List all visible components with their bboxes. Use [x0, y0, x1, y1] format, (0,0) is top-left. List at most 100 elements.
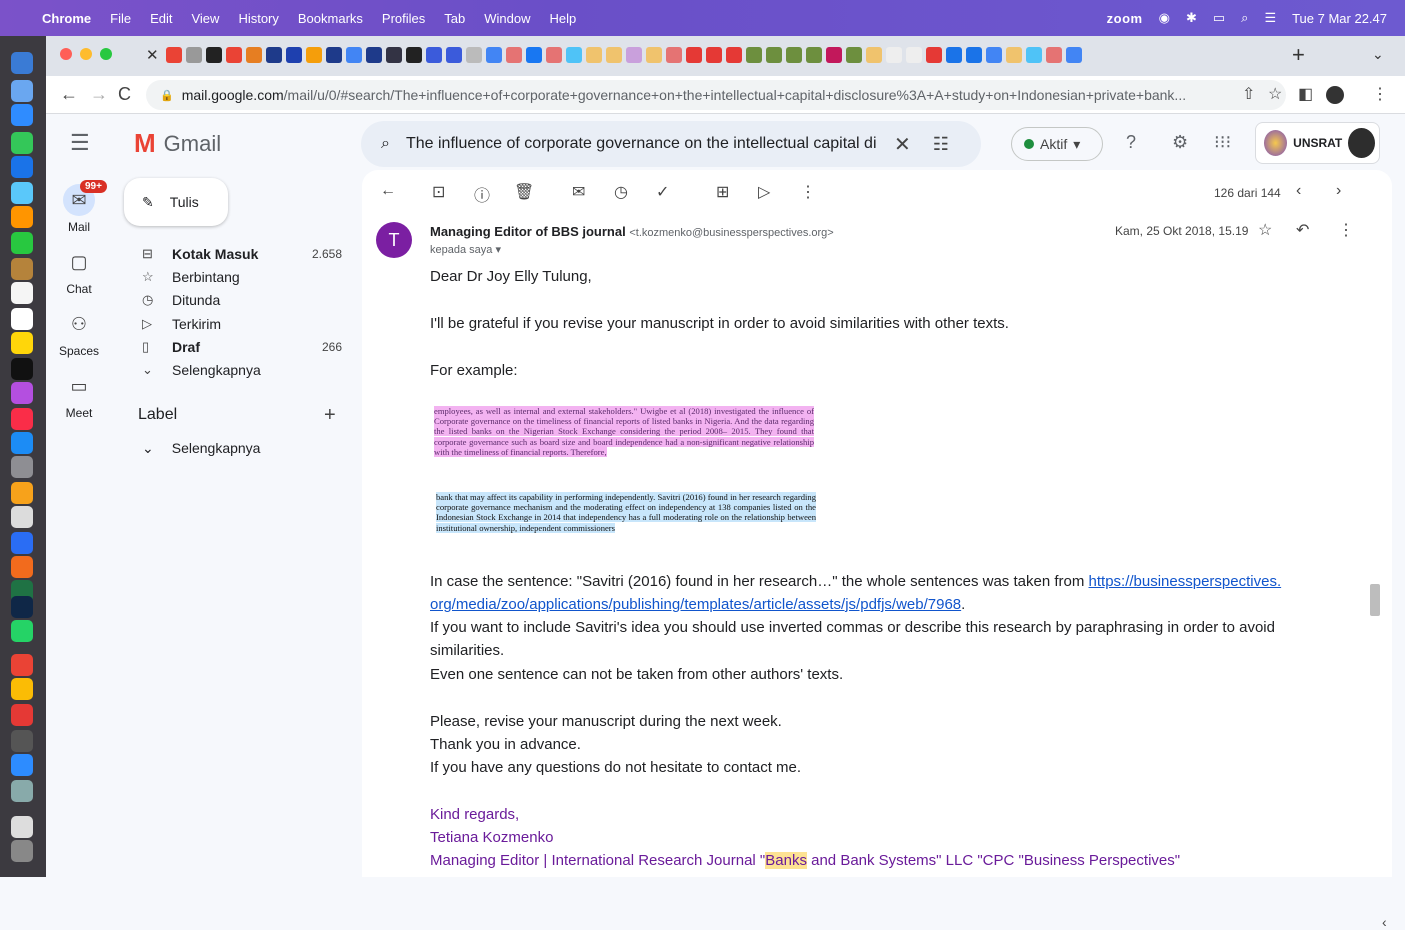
tab-favicon[interactable]: [246, 47, 262, 63]
rail-chat[interactable]: ▢ Chat: [46, 246, 112, 296]
search-options-icon[interactable]: ☷: [933, 134, 949, 155]
app-icon[interactable]: [11, 678, 33, 700]
reply-icon[interactable]: ↶: [1296, 220, 1309, 240]
side-panel-toggle-icon[interactable]: ‹: [1382, 914, 1387, 930]
control-center-icon[interactable]: ☰: [1264, 10, 1276, 26]
tab-favicon[interactable]: [986, 47, 1002, 63]
rail-spaces[interactable]: ⚇ Spaces: [46, 308, 112, 358]
snooze-icon[interactable]: ◷: [614, 182, 628, 202]
back-to-list-icon[interactable]: ←: [380, 182, 396, 200]
tab-favicon[interactable]: [406, 47, 422, 63]
tab-favicon[interactable]: [206, 47, 222, 63]
tab-favicon[interactable]: [846, 47, 862, 63]
forward-icon[interactable]: →: [90, 84, 108, 105]
sender-name[interactable]: Managing Editor of BBS journal: [430, 224, 626, 239]
tab-favicon[interactable]: [166, 47, 182, 63]
tab-favicon[interactable]: [346, 47, 362, 63]
messages-icon[interactable]: [11, 132, 33, 154]
menu-chrome[interactable]: Chrome: [42, 11, 91, 26]
profile-avatar[interactable]: [1326, 86, 1344, 104]
tab-favicon[interactable]: [646, 47, 662, 63]
chrome-menu-icon[interactable]: ⋮: [1372, 84, 1388, 104]
search-spotlight-icon[interactable]: ⌕: [1241, 10, 1248, 26]
message-more-icon[interactable]: ⋮: [1338, 220, 1354, 240]
tab-favicon[interactable]: [226, 47, 242, 63]
tab-favicon[interactable]: [666, 47, 682, 63]
menu-window[interactable]: Window: [484, 11, 530, 26]
rail-mail[interactable]: ✉ 99+ Mail: [46, 180, 112, 234]
window-close-button[interactable]: [60, 48, 72, 60]
window-zoom-button[interactable]: [100, 48, 112, 60]
menu-history[interactable]: History: [238, 11, 278, 26]
settings-gear-icon[interactable]: ⚙: [1172, 132, 1188, 153]
newer-chevron-left-icon[interactable]: ‹: [1296, 182, 1301, 200]
move-to-icon[interactable]: ⊞: [716, 182, 729, 202]
notes-icon[interactable]: [11, 332, 33, 354]
tab-favicon[interactable]: [386, 47, 402, 63]
tab-favicon[interactable]: [946, 47, 962, 63]
tab-favicon[interactable]: [546, 47, 562, 63]
star-icon[interactable]: ☆: [1258, 220, 1272, 240]
tab-favicon[interactable]: [266, 47, 282, 63]
folder-sent[interactable]: ▷ Terkirim: [124, 312, 354, 335]
tab-favicon[interactable]: [926, 47, 942, 63]
source-link[interactable]: https://businessperspectives.: [1089, 573, 1282, 590]
chrome-app-icon[interactable]: [11, 482, 33, 504]
source-link[interactable]: org/media/zoo/applications/publishing/te…: [430, 596, 961, 613]
preview-icon[interactable]: [11, 780, 33, 802]
more-actions-icon[interactable]: ⋮: [800, 182, 816, 202]
gmail-logo[interactable]: M Gmail: [134, 128, 221, 159]
apps-grid-icon[interactable]: ⁝⁝⁝: [1214, 132, 1231, 153]
tab-favicon[interactable]: [286, 47, 302, 63]
appstore-icon[interactable]: [11, 432, 33, 454]
sender-avatar[interactable]: T: [376, 222, 412, 258]
maps-icon[interactable]: [11, 182, 33, 204]
acrobat-icon[interactable]: [11, 704, 33, 726]
tab-favicon[interactable]: [706, 47, 722, 63]
tab-favicon[interactable]: [586, 47, 602, 63]
menubar-clock[interactable]: Tue 7 Mar 22.47: [1292, 11, 1387, 26]
new-tab-button[interactable]: +: [1292, 42, 1305, 68]
search-input[interactable]: The influence of corporate governance on…: [406, 135, 886, 153]
app-icon[interactable]: [11, 730, 33, 752]
tab-favicon[interactable]: [466, 47, 482, 63]
tab-favicon[interactable]: [786, 47, 802, 63]
menu-view[interactable]: View: [191, 11, 219, 26]
tab-favicon[interactable]: [1066, 47, 1082, 63]
battery-icon[interactable]: ▭: [1213, 10, 1225, 26]
powerpoint-icon[interactable]: [11, 556, 33, 578]
zoom-app-icon[interactable]: [11, 754, 33, 776]
tab-favicon[interactable]: [906, 47, 922, 63]
app-icon[interactable]: [11, 654, 33, 676]
zoom-status[interactable]: zoom: [1107, 11, 1143, 26]
add-task-icon[interactable]: ✓: [656, 182, 669, 202]
calendar-icon[interactable]: [11, 282, 33, 304]
folder-starred[interactable]: ☆ Berbintang: [124, 265, 354, 288]
tab-favicon[interactable]: [866, 47, 882, 63]
bluetooth-icon[interactable]: ✱: [1186, 10, 1197, 26]
word-icon[interactable]: [11, 532, 33, 554]
wifi-icon[interactable]: ◉: [1159, 10, 1170, 26]
tab-favicon[interactable]: [826, 47, 842, 63]
mark-unread-icon[interactable]: ✉: [572, 182, 585, 202]
tab-favicon[interactable]: [606, 47, 622, 63]
contacts-icon[interactable]: [11, 258, 33, 280]
tab-favicon[interactable]: [686, 47, 702, 63]
tab-favicon[interactable]: [486, 47, 502, 63]
folder-more[interactable]: ⌄ Selengkapnya: [124, 358, 354, 381]
settings-icon[interactable]: [11, 456, 33, 478]
folder-drafts[interactable]: ▯ Draf 266: [124, 335, 354, 358]
bookmark-star-icon[interactable]: ☆: [1268, 84, 1282, 104]
menu-edit[interactable]: Edit: [150, 11, 172, 26]
tab-favicon[interactable]: [326, 47, 342, 63]
search-icon[interactable]: ⌕: [381, 135, 390, 153]
tab-favicon[interactable]: [506, 47, 522, 63]
appletv-icon[interactable]: [11, 358, 33, 380]
whatsapp-icon[interactable]: [11, 620, 33, 642]
url-field[interactable]: 🔒 mail.google.com /mail/u/0/#search/The+…: [146, 80, 1286, 110]
tab-favicon[interactable]: [886, 47, 902, 63]
tab-favicon[interactable]: [426, 47, 442, 63]
menu-file[interactable]: File: [110, 11, 131, 26]
menu-help[interactable]: Help: [550, 11, 577, 26]
tab-favicon[interactable]: [186, 47, 202, 63]
